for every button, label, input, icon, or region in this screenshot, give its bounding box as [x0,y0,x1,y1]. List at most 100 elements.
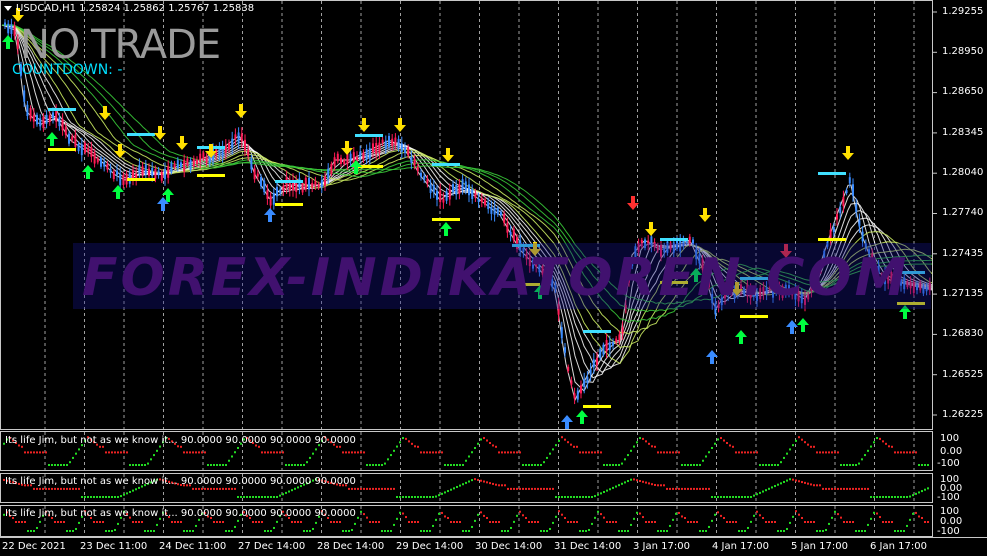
oscillator-dot [597,493,599,496]
candle-body [567,366,570,371]
oscillator-dot [699,487,701,490]
oscillator-dot [864,487,866,490]
oscillator-dot [645,440,647,443]
oscillator-dot [84,496,86,498]
oscillator-dot [807,482,809,485]
oscillator-dot [501,451,503,454]
oscillator-dot [855,530,857,532]
oscillator-dot [42,451,44,454]
oscillator-dot [558,496,560,498]
oscillator-dot [51,487,53,490]
oscillator-dot [849,464,851,466]
oscillator-dot [876,496,878,498]
oscillator-dot [594,516,596,519]
oscillator-dot [441,451,443,454]
oscillator-dot [63,464,65,466]
oscillator-dot [132,489,134,492]
oscillator-dot [213,487,215,490]
candle-body [416,166,419,172]
candle-body [29,108,32,119]
oscillator-dot [222,464,224,466]
oscillator-dot [639,437,641,440]
oscillator-dot [423,530,425,532]
time-tick: 6 Jan 17:00 [870,541,927,552]
candle-body [400,143,403,152]
oscillator-dot [435,518,437,521]
oscillator-dot [372,464,374,466]
oscillator-dot [738,530,740,532]
oscillator-dot [300,464,302,466]
oscillator-dot [417,496,419,498]
indicator-window-1[interactable]: Its life Jim, but not as we know it... 9… [0,431,987,471]
indicator-label: Its life Jim, but not as we know it... 9… [5,508,356,519]
candle-body [333,157,336,167]
price-tick: 1.28345 [942,127,984,138]
oscillator-dot [348,487,350,490]
oscillator-dot [66,464,68,466]
oscillator-dot [573,521,575,523]
oscillator-dot [612,486,614,489]
triangle-down-icon[interactable] [4,6,12,11]
oscillator-dot [255,496,257,498]
oscillator-dot [234,451,236,454]
indicator-window-2[interactable]: Its life Jim, but not as we know it... 9… [0,473,987,503]
oscillator-dot [672,451,674,454]
candle-body [173,163,176,168]
oscillator-dot [597,451,599,454]
oscillator-dot [603,464,605,466]
oscillator-dot [561,496,563,498]
candle-body [330,163,333,175]
time-axis[interactable]: 22 Dec 2021 23 Dec 11:00 24 Dec 11:00 27… [0,537,987,556]
indicator-window-3[interactable]: Its life Jim, but not as we know it... 9… [0,505,987,537]
oscillator-dot [639,512,641,515]
oscillator-dot [744,496,746,498]
oscillator-dot [291,464,293,466]
oscillator-dot [447,464,449,466]
chart-header[interactable]: USDCAD,H1 1.25824 1.25862 1.25767 1.2583… [4,3,254,14]
candle-body [340,157,342,164]
oscillator-dot [207,464,209,466]
oscillator-dot [186,530,188,532]
oscillator-dot [333,521,335,523]
oscillator-dot [474,446,476,449]
oscillator-dot [885,496,887,498]
oscillator-dot [729,496,731,498]
oscillator-dot [774,485,776,488]
level-bar-cyan [48,108,76,111]
oscillator-dot [414,496,416,498]
oscillator-dot [759,491,761,494]
oscillator-dot [567,521,569,523]
oscillator-dot [630,478,632,481]
oscillator-dot [261,521,263,523]
oscillator-dot [864,530,866,532]
oscillator-dot [798,480,800,483]
oscillator-dot [510,487,512,490]
oscillator-dot [549,487,551,490]
candle-body [148,168,150,176]
main-price-chart[interactable]: FOREX-INDIKATOREN.COM USDCAD,H1 1.25824 … [0,0,987,430]
oscillator-dot [108,451,110,454]
oscillator-dot [57,487,59,490]
oscillator-dot [750,496,752,498]
oscillator-dot [768,487,770,490]
candle-body [356,156,358,161]
oscillator-dot [378,521,380,523]
candle-body [4,22,6,26]
candle-body [375,142,378,154]
oscillator-dot [384,530,386,532]
oscillator-dot [429,530,431,532]
oscillator-dot [225,464,227,466]
candle-body [282,185,285,192]
oscillator-dot [150,530,152,532]
oscillator-dot [687,487,689,490]
price-axis[interactable]: 1.29255 1.28950 1.28650 1.28345 1.28040 … [934,0,987,430]
oscillator-dot [429,496,431,498]
oscillator-dot [480,438,482,441]
oscillator-dot [351,451,353,454]
candle-body [90,147,93,157]
time-tick: 28 Dec 14:00 [317,541,385,552]
oscillator-dot [198,451,200,454]
oscillator-dot [573,496,575,498]
candle-body [560,327,563,339]
oscillator-dot [294,487,296,490]
